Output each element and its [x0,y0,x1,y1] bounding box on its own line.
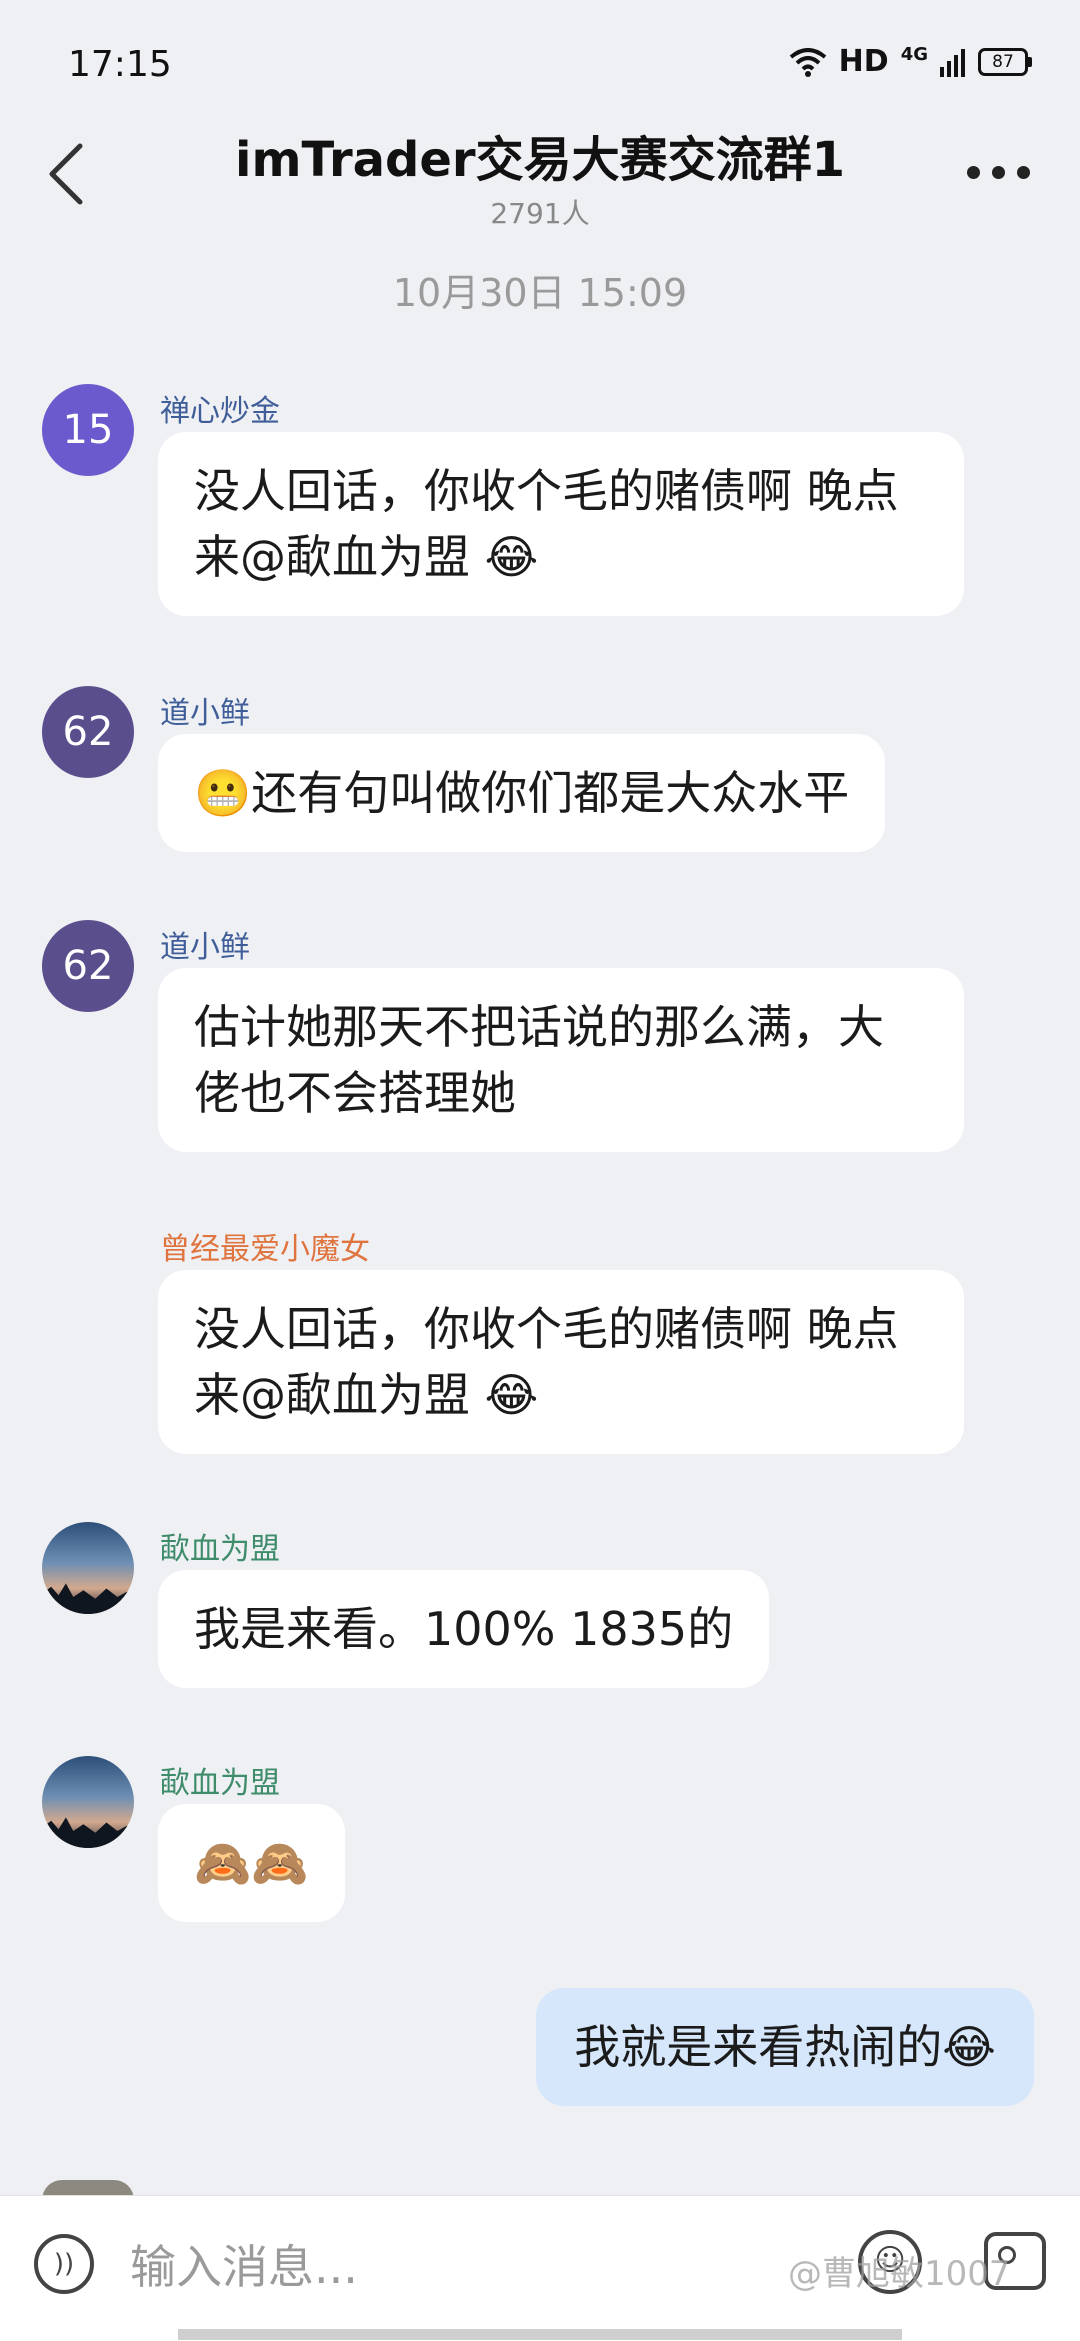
avatar[interactable] [42,1522,134,1614]
chat-header: imTrader交易大赛交流群1 2791人 [0,120,1080,240]
sender-name: 歃血为盟 [160,1766,280,1801]
member-count: 2791人 [490,197,590,230]
avatar[interactable]: 15 [42,384,134,476]
group-title: imTrader交易大赛交流群1 [235,132,845,188]
network-type: 4G [900,43,928,65]
avatar[interactable]: 62 [42,920,134,1012]
message-input[interactable] [128,2230,772,2304]
sender-name: 禅心炒金 [160,394,280,429]
voice-input-icon[interactable]: )) [34,2234,94,2294]
sender-name: 道小鲜 [160,696,250,731]
signal-icon [940,48,965,77]
battery-icon: 87 [978,47,1032,76]
avatar[interactable]: 62 [42,686,134,778]
sender-name: 道小鲜 [160,930,250,965]
avatar[interactable] [42,1756,134,1848]
status-bar: 17:15 HD 4G 87 [0,0,1080,120]
sender-name: 曾经最爱小魔女 [160,1232,370,1267]
wifi-icon [789,47,826,77]
home-indicator [178,2329,902,2340]
message-bubble[interactable]: 没人回话，你收个毛的赌债啊 晚点来@歃血为盟 😂 [158,1270,964,1454]
watermark: @曹旭敏1007 [788,2254,1011,2294]
message-bubble[interactable]: 🙈🙈 [158,1804,345,1922]
hd-indicator: HD [838,44,889,79]
avatar[interactable] [42,1222,134,1314]
message-bubble[interactable]: 我是来看。100% 1835的 [158,1570,770,1688]
status-time: 17:15 [68,44,172,85]
outgoing-message-bubble[interactable]: 我就是来看热闹的😂 [536,1988,1034,2106]
input-bar: )) ☺ @曹旭敏1007 [0,2195,1080,2341]
message-bubble[interactable]: 估计她那天不把话说的那么满，大佬也不会搭理她 [158,968,964,1152]
status-icons: HD 4G 87 [789,43,1032,79]
message-bubble[interactable]: 没人回话，你收个毛的赌债啊 晚点来@歃血为盟 😂 [158,432,964,616]
message-bubble[interactable]: 😬还有句叫做你们都是大众水平 [158,734,886,852]
time-divider: 10月30日 15:09 [392,271,688,315]
more-options-icon[interactable] [957,156,1040,189]
sender-name: 歃血为盟 [160,1532,280,1567]
